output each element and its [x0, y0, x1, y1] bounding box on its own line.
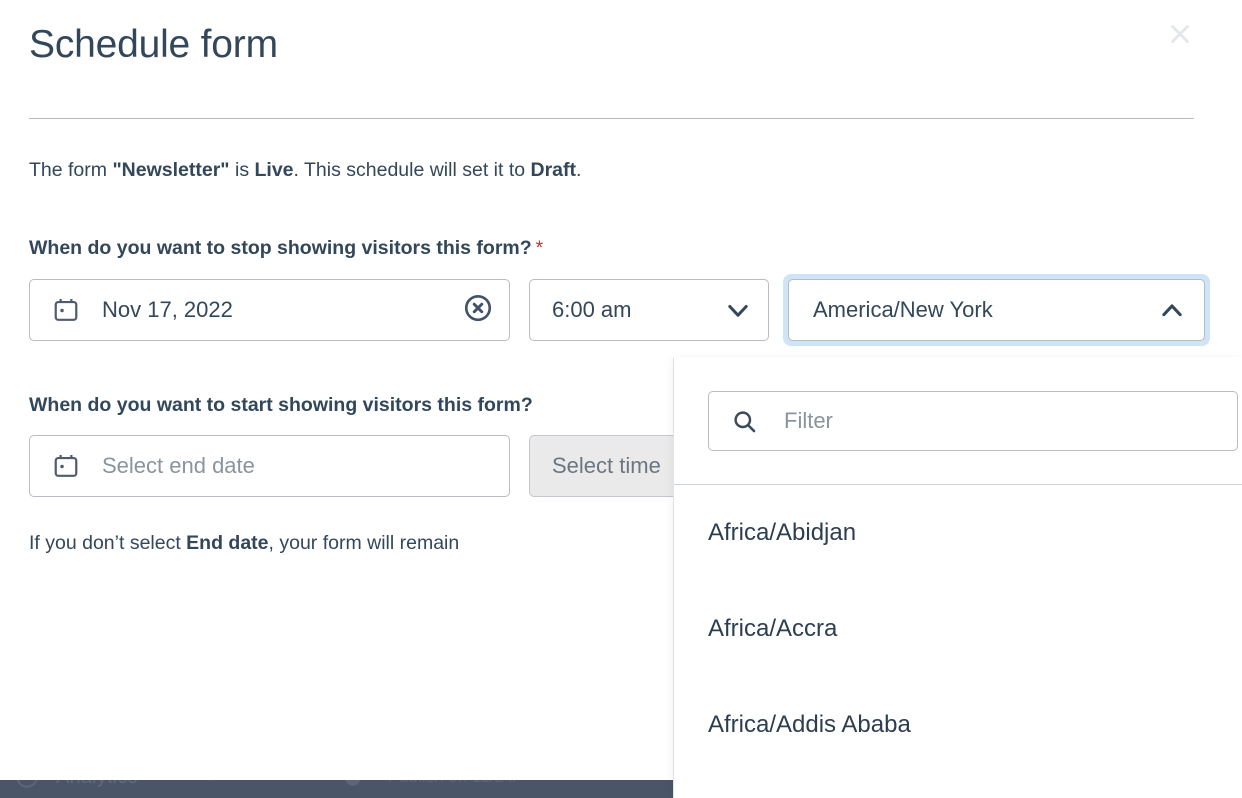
- modal-header: Schedule form: [0, 0, 1223, 118]
- filter-wrapper: [674, 358, 1242, 451]
- stop-time-value: 6:00 am: [552, 297, 632, 323]
- helper-bold: End date: [186, 532, 268, 554]
- calendar-icon: [52, 296, 102, 324]
- chevron-up-icon: [1158, 296, 1186, 324]
- timezone-select[interactable]: America/New York: [788, 279, 1205, 341]
- start-time-value: Select time: [552, 453, 661, 479]
- helper-prefix: If you don’t select: [29, 532, 186, 554]
- timezone-filter-input[interactable]: [784, 408, 1221, 434]
- list-item[interactable]: Africa/Abidjan: [674, 485, 1242, 581]
- status-target-state: Draft: [531, 159, 577, 181]
- list-item[interactable]: Africa/Addis Ababa: [674, 677, 1242, 773]
- form-status-sentence: The form "Newsletter" is Live. This sche…: [29, 157, 1223, 184]
- calendar-icon: [52, 452, 102, 480]
- start-date-input[interactable]: Select end date: [29, 435, 510, 497]
- stop-showing-label: When do you want to stop showing visitor…: [29, 236, 1223, 261]
- status-current-state: Live: [254, 159, 293, 181]
- timezone-value: America/New York: [813, 297, 993, 323]
- stop-date-clear-button[interactable]: [461, 293, 495, 327]
- timezone-select-wrapper: America/New York: [788, 279, 1205, 341]
- status-middle: is: [230, 159, 255, 181]
- status-prefix: The form: [29, 159, 112, 181]
- stop-date-input[interactable]: Nov 17, 2022: [29, 279, 510, 341]
- required-asterisk: *: [536, 237, 544, 259]
- search-icon: [731, 408, 784, 435]
- stop-time-select[interactable]: 6:00 am: [529, 279, 769, 341]
- close-button[interactable]: [1159, 14, 1201, 56]
- timezone-dropdown-panel: Africa/Abidjan Africa/Accra Africa/Addis…: [673, 357, 1242, 798]
- stop-showing-label-text: When do you want to stop showing visitor…: [29, 237, 532, 259]
- start-date-placeholder: Select end date: [102, 453, 495, 479]
- start-showing-label-text: When do you want to start showing visito…: [29, 394, 533, 416]
- status-middle-2: . This schedule will set it to: [294, 159, 531, 181]
- stop-date-value: Nov 17, 2022: [102, 297, 461, 323]
- list-item[interactable]: Africa/Accra: [674, 581, 1242, 677]
- status-form-name: "Newsletter": [112, 159, 229, 181]
- helper-suffix: , your form will remain: [269, 532, 460, 554]
- chevron-down-icon: [724, 296, 752, 324]
- stop-showing-field-row: Nov 17, 2022 6:00 am: [29, 279, 1223, 341]
- status-suffix: .: [576, 159, 581, 181]
- clear-circle-icon: [463, 293, 493, 326]
- close-icon: [1165, 19, 1195, 52]
- timezone-option-list: Africa/Abidjan Africa/Accra Africa/Addis…: [674, 485, 1242, 773]
- timezone-filter-field[interactable]: [708, 391, 1238, 451]
- page-title: Schedule form: [29, 22, 278, 69]
